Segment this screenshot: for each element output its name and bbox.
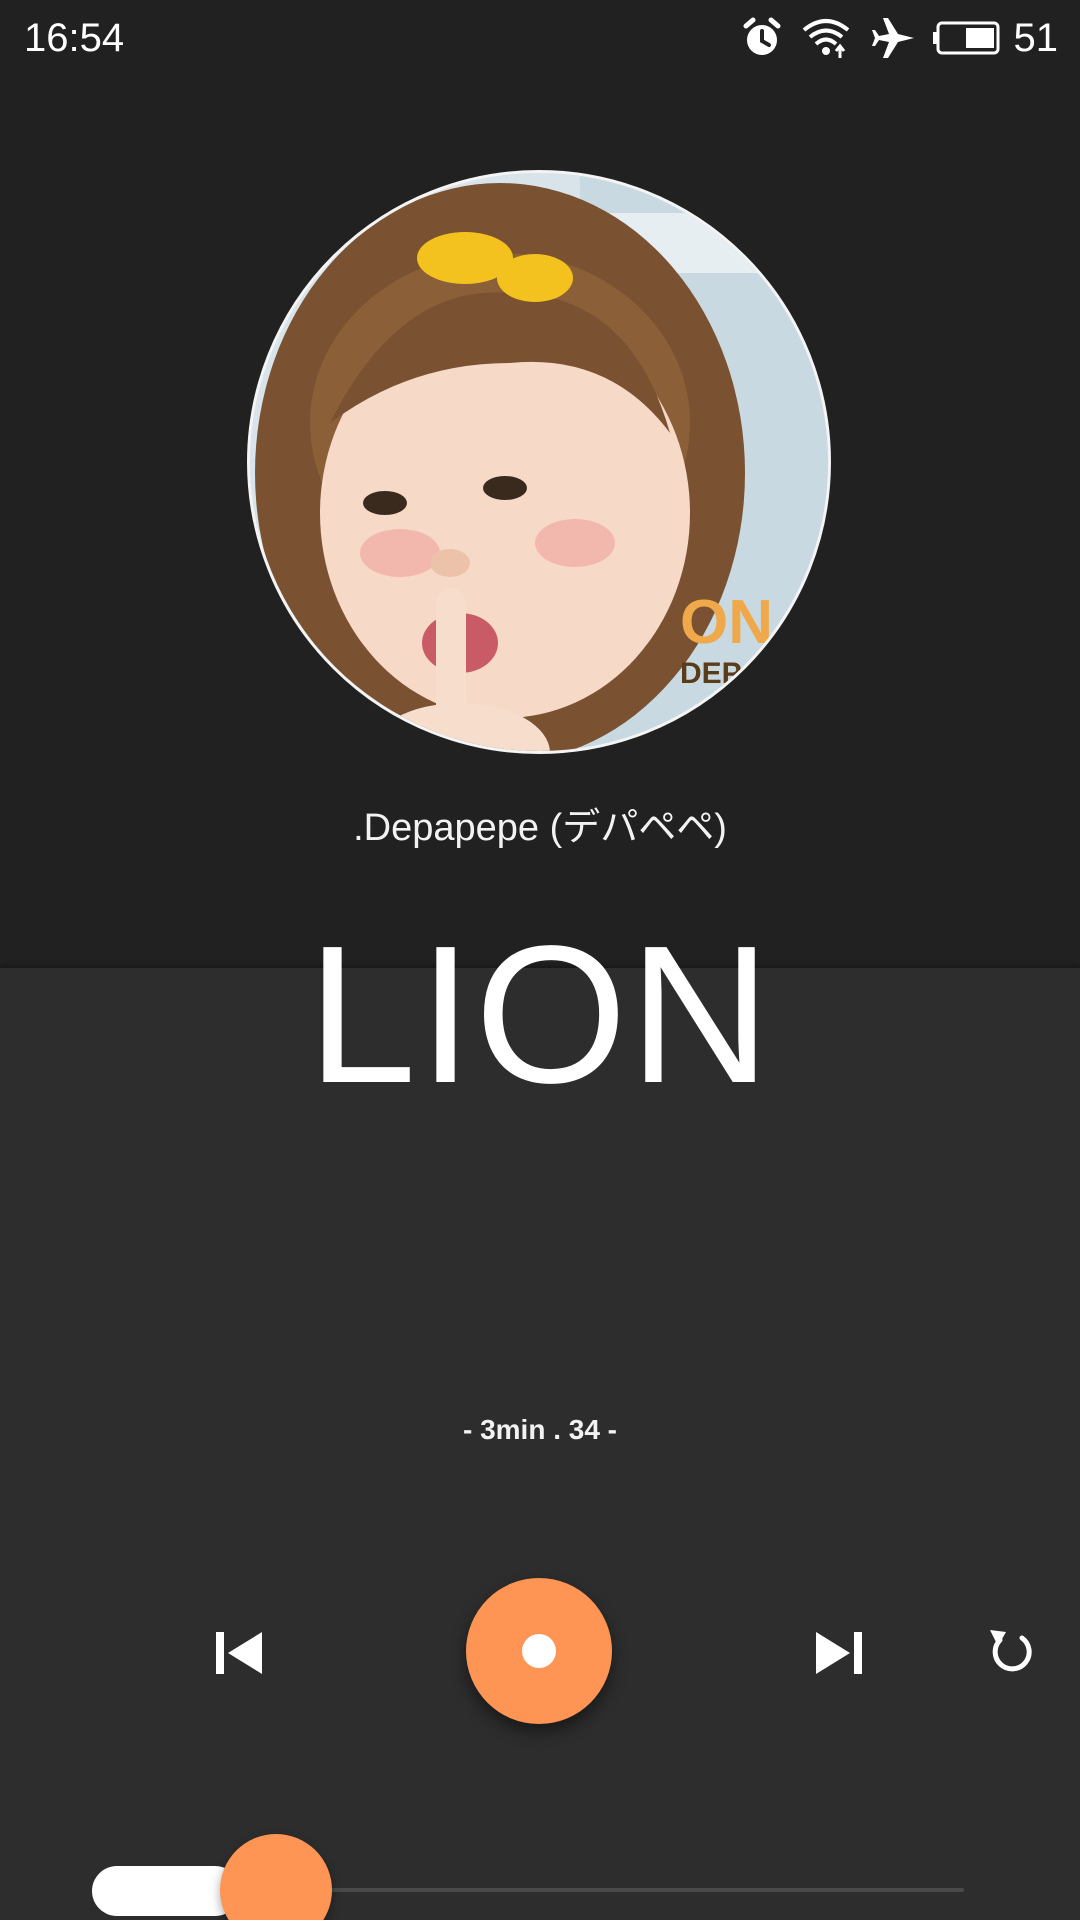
music-player-screen: 16:54 51 ON DEP .Depapepe (デパペペ) LION - …: [0, 0, 1080, 1920]
wifi-icon: [800, 16, 852, 65]
next-track-button[interactable]: [806, 1620, 872, 1686]
progress-fill: [92, 1866, 241, 1916]
play-indicator-dot: [522, 1634, 556, 1668]
track-title: LION: [307, 905, 773, 1124]
airplane-mode-icon: [870, 16, 918, 65]
album-art: ON DEP: [247, 170, 831, 754]
battery-level: 51: [1013, 16, 1059, 60]
next-track-icon: [816, 1632, 862, 1674]
progress-slider[interactable]: [92, 1834, 964, 1920]
battery-icon: [932, 20, 1002, 61]
previous-track-button[interactable]: [206, 1620, 272, 1686]
svg-text:DEP: DEP: [680, 657, 742, 690]
play-button[interactable]: [466, 1578, 612, 1724]
status-bar: 16:54 51: [0, 0, 1080, 76]
svg-text:ON: ON: [680, 588, 773, 657]
replay-button[interactable]: [980, 1622, 1040, 1682]
artist-name: .Depapepe (デパペペ): [353, 807, 727, 849]
alarm-icon: [740, 16, 784, 65]
previous-track-icon: [216, 1632, 262, 1674]
status-time: 16:54: [24, 16, 125, 60]
progress-thumb[interactable]: [220, 1834, 333, 1920]
replay-icon: [990, 1630, 1032, 1672]
track-duration: - 3min . 34 -: [462, 1414, 618, 1445]
